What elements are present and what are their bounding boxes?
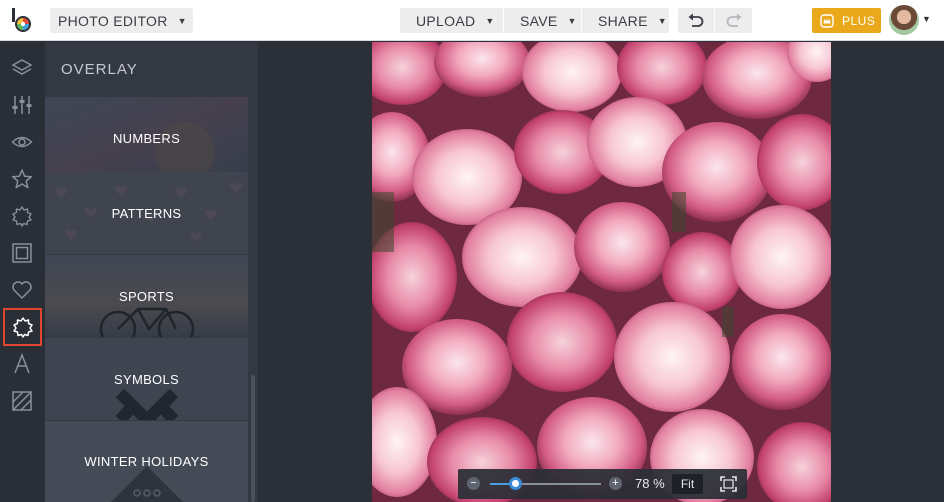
avatar[interactable] bbox=[889, 5, 919, 35]
tool-favorites[interactable] bbox=[7, 164, 37, 194]
layers-icon bbox=[11, 59, 33, 75]
overlay-category-numbers[interactable]: NUMBERS bbox=[45, 97, 248, 179]
save-button[interactable]: SAVE ▼ bbox=[504, 8, 582, 33]
star-icon bbox=[11, 169, 33, 189]
zoom-in-button[interactable]: + bbox=[609, 477, 622, 490]
category-label: SYMBOLS bbox=[114, 371, 179, 387]
adjust-sliders-icon bbox=[12, 96, 32, 114]
tool-layers[interactable] bbox=[7, 53, 37, 83]
overlay-panel: OVERLAY NUMBERS PATTERNS SPORTS SYMBOLS … bbox=[45, 42, 258, 502]
chevron-down-icon: ▼ bbox=[177, 15, 187, 26]
category-label: WINTER HOLIDAYS bbox=[84, 454, 209, 469]
overlay-category-winter-holidays[interactable]: WINTER HOLIDAYS bbox=[45, 421, 248, 502]
tool-text[interactable] bbox=[7, 349, 37, 379]
panel-scrollbar[interactable] bbox=[251, 375, 255, 502]
file-actions-group: UPLOAD ▼ SAVE ▼ SHARE ▼ bbox=[400, 8, 669, 33]
plus-label: PLUS bbox=[842, 13, 876, 28]
tool-adjust[interactable] bbox=[7, 90, 37, 120]
overlay-category-sports[interactable]: SPORTS bbox=[45, 255, 248, 337]
share-button-label: SHARE bbox=[598, 12, 648, 29]
photo-editor-menu-label: PHOTO EDITOR bbox=[58, 12, 168, 29]
badge-icon bbox=[12, 206, 32, 227]
redo-button[interactable] bbox=[715, 8, 752, 33]
texture-icon bbox=[12, 391, 32, 411]
overlay-badge-icon bbox=[12, 317, 33, 338]
chevron-down-icon: ▼ bbox=[657, 15, 667, 26]
category-label: NUMBERS bbox=[112, 130, 181, 146]
zoom-out-button[interactable]: − bbox=[467, 477, 480, 490]
chevron-down-icon: ▼ bbox=[567, 15, 577, 26]
category-label: PATTERNS bbox=[111, 205, 182, 221]
fullscreen-icon[interactable] bbox=[720, 476, 737, 492]
upload-button-label: UPLOAD bbox=[416, 12, 476, 29]
tool-artsy[interactable] bbox=[7, 201, 37, 231]
panel-title: OVERLAY bbox=[61, 61, 138, 78]
text-icon bbox=[14, 353, 30, 374]
share-button[interactable]: SHARE ▼ bbox=[582, 8, 669, 33]
top-toolbar: PHOTO EDITOR ▼ UPLOAD ▼ SAVE ▼ SHARE ▼ P… bbox=[0, 0, 944, 41]
crown-badge-icon bbox=[820, 13, 834, 28]
photo-editor-menu[interactable]: PHOTO EDITOR ▼ bbox=[50, 8, 193, 33]
heart-icon bbox=[12, 281, 32, 299]
befunky-logo[interactable] bbox=[9, 7, 35, 33]
zoom-slider-thumb[interactable] bbox=[509, 477, 523, 490]
tool-textures[interactable] bbox=[7, 386, 37, 416]
chevron-down-icon[interactable]: ▼ bbox=[922, 14, 931, 24]
chevron-down-icon: ▼ bbox=[485, 15, 495, 26]
tool-rail bbox=[0, 42, 45, 502]
tool-effects[interactable] bbox=[7, 127, 37, 157]
tool-overlays[interactable] bbox=[3, 308, 42, 346]
undo-icon bbox=[688, 13, 704, 27]
photo-image bbox=[372, 42, 831, 502]
undo-button[interactable] bbox=[678, 8, 715, 33]
redo-icon bbox=[726, 13, 741, 27]
photo-canvas[interactable] bbox=[372, 42, 831, 502]
overlay-category-symbols[interactable]: SYMBOLS bbox=[45, 338, 248, 420]
eye-icon bbox=[11, 136, 33, 148]
frame-icon bbox=[12, 243, 32, 263]
tool-graphics[interactable] bbox=[7, 275, 37, 305]
fit-button[interactable]: Fit bbox=[672, 474, 703, 494]
category-label: SPORTS bbox=[118, 288, 175, 304]
tool-frames[interactable] bbox=[7, 238, 37, 268]
save-button-label: SAVE bbox=[520, 12, 558, 29]
zoom-bar: − + 78 % Fit bbox=[458, 469, 747, 499]
overlay-category-patterns[interactable]: PATTERNS bbox=[45, 172, 248, 254]
history-group bbox=[678, 8, 752, 33]
zoom-percentage: 78 % bbox=[635, 476, 665, 491]
plus-upgrade-button[interactable]: PLUS bbox=[812, 8, 881, 33]
upload-button[interactable]: UPLOAD ▼ bbox=[400, 8, 504, 33]
